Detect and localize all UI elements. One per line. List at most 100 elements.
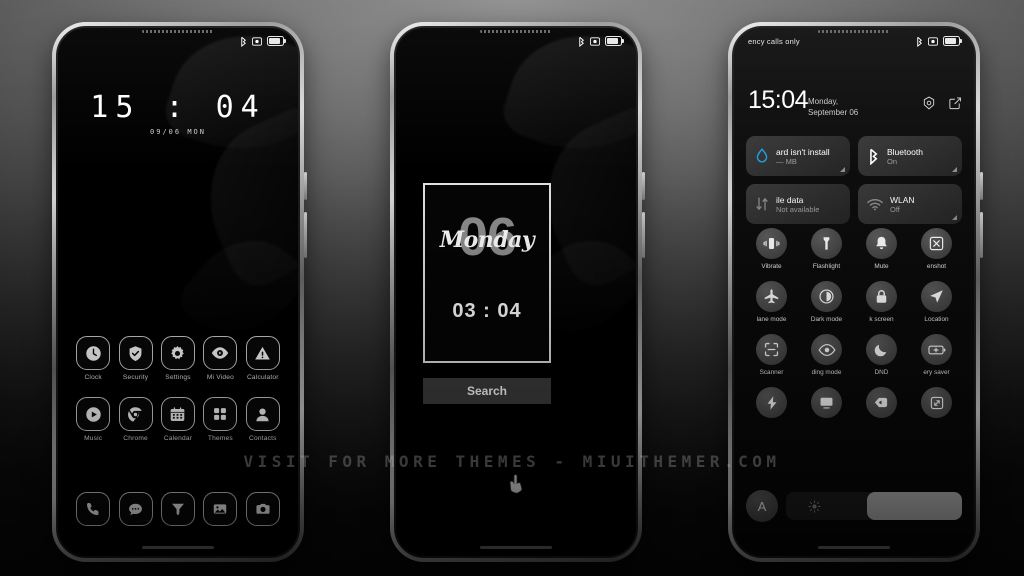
earpiece-speaker bbox=[818, 30, 890, 33]
toggle-tag[interactable] bbox=[854, 387, 909, 422]
toggle-lock-screen[interactable]: k screen bbox=[854, 281, 909, 323]
dock-icon-messages[interactable] bbox=[114, 492, 156, 526]
play-circle-icon bbox=[76, 397, 111, 431]
edit-icon[interactable] bbox=[948, 96, 962, 110]
app-icon-contacts[interactable]: Contacts bbox=[242, 397, 284, 442]
tile-storage[interactable]: ard isn't install — MB bbox=[746, 136, 850, 176]
app-grid: Clock Security Settings Mi Video Calcula… bbox=[58, 336, 298, 442]
search-bar[interactable]: Search bbox=[423, 378, 551, 404]
toggle-cast[interactable] bbox=[799, 387, 854, 422]
tile-wlan[interactable]: WLAN Off bbox=[858, 184, 962, 224]
app-icon-chrome[interactable]: Chrome bbox=[114, 397, 156, 442]
status-bar-2 bbox=[396, 34, 636, 48]
app-label: Settings bbox=[165, 374, 191, 381]
chrome-icon bbox=[118, 397, 153, 431]
toggle-flashlight[interactable]: Flashlight bbox=[799, 228, 854, 270]
toggle-scanner[interactable]: Scanner bbox=[744, 334, 799, 376]
data-arrows-icon bbox=[756, 197, 768, 211]
chat-bubble-icon bbox=[118, 492, 153, 526]
bluetooth-icon bbox=[579, 36, 585, 47]
brightness-fill bbox=[866, 492, 962, 520]
expand-corner-icon[interactable] bbox=[952, 167, 957, 172]
app-label: Clock bbox=[84, 374, 102, 381]
phone-device-2: 06 Monday 03 : 04 Search bbox=[390, 22, 645, 562]
app-label: Calculator bbox=[246, 374, 279, 381]
tag-icon bbox=[866, 387, 897, 418]
calendar-icon bbox=[160, 397, 195, 431]
gesture-bar[interactable] bbox=[818, 546, 890, 549]
brightness-row: A bbox=[746, 490, 962, 522]
toggle-mute[interactable]: Mute bbox=[854, 228, 909, 270]
app-icon-calendar[interactable]: Calendar bbox=[157, 397, 199, 442]
tile-subtitle: Off bbox=[890, 204, 900, 214]
toggle-power[interactable] bbox=[744, 387, 799, 422]
toggle-label: Vibrate bbox=[761, 263, 782, 270]
toggle-dnd[interactable]: DND bbox=[854, 334, 909, 376]
battery-icon bbox=[943, 36, 962, 46]
toggle-battery-saver[interactable]: ery saver bbox=[909, 334, 964, 376]
toggle-label: ding mode bbox=[811, 369, 842, 376]
connectivity-tiles: ard isn't install — MB Bluetooth On ile da… bbox=[746, 136, 962, 224]
auto-brightness-button[interactable]: A bbox=[746, 490, 778, 522]
app-label: Contacts bbox=[248, 435, 277, 442]
toggle-label: lane mode bbox=[756, 316, 787, 323]
tile-title: WLAN bbox=[890, 194, 915, 205]
eye-icon bbox=[811, 334, 842, 365]
toggle-location[interactable]: Location bbox=[909, 281, 964, 323]
storage-drop-icon bbox=[756, 148, 768, 163]
tile-subtitle: — MB bbox=[776, 156, 797, 166]
widget-day-name: Monday bbox=[439, 227, 535, 253]
gesture-bar[interactable] bbox=[142, 546, 214, 549]
app-icon-clock[interactable]: Clock bbox=[72, 336, 114, 381]
toggle-label: enshot bbox=[926, 263, 947, 270]
dock-icon-browser[interactable] bbox=[157, 492, 199, 526]
carrier-label: ency calls only bbox=[748, 36, 800, 46]
app-icon-calculator[interactable]: Calculator bbox=[242, 336, 284, 381]
toggle-reading-mode[interactable]: ding mode bbox=[799, 334, 854, 376]
phone-2-screen: 06 Monday 03 : 04 Search bbox=[394, 26, 638, 558]
app-icon-mi-video[interactable]: Mi Video bbox=[199, 336, 241, 381]
quick-toggles-grid: Vibrate Flashlight Mute enshot lane mode bbox=[744, 228, 964, 422]
toggle-vibrate[interactable]: Vibrate bbox=[744, 228, 799, 270]
toggle-label: DND bbox=[874, 369, 889, 376]
toggle-rotate-screen[interactable] bbox=[909, 387, 964, 422]
lock-icon bbox=[866, 281, 897, 312]
tile-bluetooth[interactable]: Bluetooth On bbox=[858, 136, 962, 176]
vibrate-icon bbox=[756, 228, 787, 259]
toggle-label: k screen bbox=[869, 316, 894, 323]
moon-icon bbox=[866, 334, 897, 365]
date-clock-widget[interactable]: 06 Monday 03 : 04 bbox=[423, 183, 551, 363]
dock-icon-phone[interactable] bbox=[72, 492, 114, 526]
app-icon-security[interactable]: Security bbox=[114, 336, 156, 381]
dock-icon-camera[interactable] bbox=[242, 492, 284, 526]
photo-icon bbox=[203, 492, 238, 526]
gear-icon bbox=[160, 336, 195, 370]
app-icon-music[interactable]: Music bbox=[72, 397, 114, 442]
wallpaper-showcase: 15 : 04 09/06 MON Clock Security Setting… bbox=[0, 0, 1024, 576]
brightness-slider[interactable] bbox=[786, 492, 962, 520]
tile-mobile-data[interactable]: ile data Not available bbox=[746, 184, 850, 224]
lock-clock: 15 : 04 bbox=[90, 90, 266, 125]
dnd-icon bbox=[928, 36, 938, 46]
toggle-airplane-mode[interactable]: lane mode bbox=[744, 281, 799, 323]
toggle-screenshot[interactable]: enshot bbox=[909, 228, 964, 270]
person-icon bbox=[245, 397, 280, 431]
funnel-icon bbox=[160, 492, 195, 526]
tile-title: ile data bbox=[776, 194, 804, 205]
settings-icon[interactable] bbox=[922, 96, 936, 110]
bell-icon bbox=[866, 228, 897, 259]
expand-corner-icon[interactable] bbox=[840, 167, 845, 172]
app-icon-themes[interactable]: Themes bbox=[199, 397, 241, 442]
status-bar-3: ency calls only bbox=[734, 34, 974, 48]
dock-icon-gallery[interactable] bbox=[199, 492, 241, 526]
clock-icon bbox=[76, 336, 111, 370]
rotate-screen-icon bbox=[921, 387, 952, 418]
expand-corner-icon[interactable] bbox=[952, 215, 957, 220]
battery-icon bbox=[267, 36, 286, 46]
toggle-dark-mode[interactable]: Dark mode bbox=[799, 281, 854, 323]
gesture-bar[interactable] bbox=[480, 546, 552, 549]
app-label: Themes bbox=[207, 435, 233, 442]
lightning-icon bbox=[756, 387, 787, 418]
app-label: Music bbox=[84, 435, 103, 442]
app-icon-settings[interactable]: Settings bbox=[157, 336, 199, 381]
